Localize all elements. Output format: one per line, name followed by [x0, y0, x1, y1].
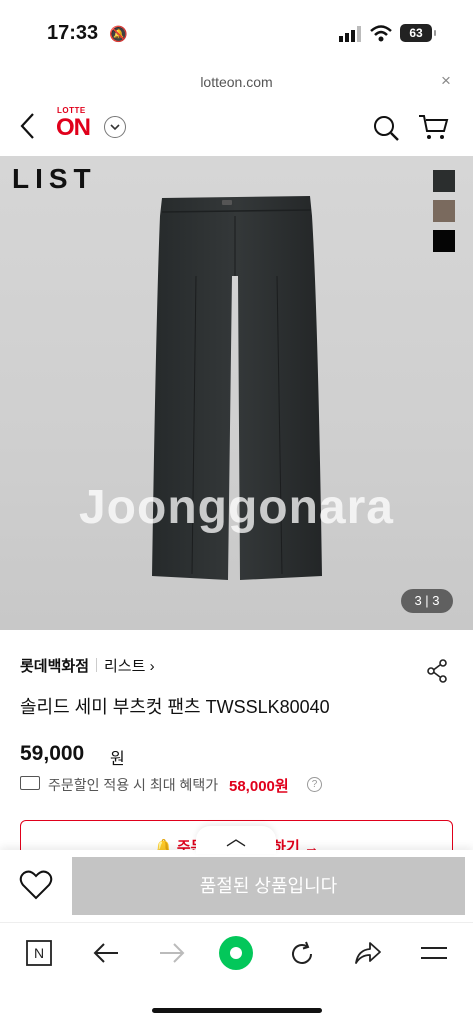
image-counter: 3 | 3 [401, 589, 453, 613]
card-icon [20, 776, 40, 790]
signal-icon [339, 26, 361, 42]
battery-indicator: 63 [400, 24, 432, 42]
price-currency: 원 [110, 751, 125, 768]
discount-price: 58,000원 [229, 778, 289, 795]
color-swatch-2[interactable] [433, 200, 455, 222]
expand-chevron-up-icon[interactable]: ︿ [196, 826, 276, 854]
watermark-text: Joonggonara [78, 481, 394, 534]
arrow-right-icon [160, 943, 185, 963]
refresh-icon[interactable] [288, 940, 316, 968]
chevron-down-icon [110, 124, 120, 131]
battery-tip [434, 30, 436, 36]
naver-green-dot-icon[interactable] [218, 935, 254, 971]
search-icon[interactable] [372, 114, 400, 142]
bell-slash-icon: 🔕 [109, 26, 128, 43]
cart-icon[interactable] [418, 113, 450, 141]
arrow-left-icon[interactable] [92, 940, 120, 966]
soldout-button[interactable]: 품절된 상품입니다 [72, 857, 465, 915]
product-title: 솔리드 세미 부츠컷 팬츠 TWSSLK80040 [20, 697, 330, 717]
close-icon[interactable]: × [441, 71, 451, 91]
back-chevron-icon[interactable] [18, 111, 38, 141]
color-swatch-1[interactable] [433, 170, 455, 192]
share-icon[interactable] [426, 659, 448, 683]
heart-icon[interactable] [19, 870, 53, 900]
pants-illustration [152, 196, 322, 580]
product-image[interactable] [0, 156, 473, 630]
home-indicator [152, 1008, 322, 1013]
mall-dropdown-button[interactable] [104, 116, 126, 138]
info-icon[interactable]: ? [307, 777, 322, 792]
brand-overlay-text: LIST [12, 163, 97, 194]
share-arrow-icon[interactable] [353, 940, 383, 966]
naver-n-icon[interactable]: N [26, 940, 52, 966]
brand-link[interactable]: 리스트 › [104, 655, 155, 676]
url-text[interactable]: lotteon.com [0, 74, 473, 90]
product-price: 59,000 [20, 742, 85, 765]
store-name[interactable]: 롯데백화점 [20, 655, 89, 676]
status-time: 17:33 [47, 22, 99, 44]
svg-text:N: N [34, 945, 44, 961]
menu-icon[interactable] [420, 940, 448, 966]
discount-text: 주문할인 적용 시 최대 혜택가 [48, 777, 219, 793]
store-divider [96, 658, 97, 672]
logo-on-text[interactable]: ON [56, 114, 91, 142]
wifi-icon [370, 25, 392, 42]
color-swatch-3[interactable] [433, 230, 455, 252]
